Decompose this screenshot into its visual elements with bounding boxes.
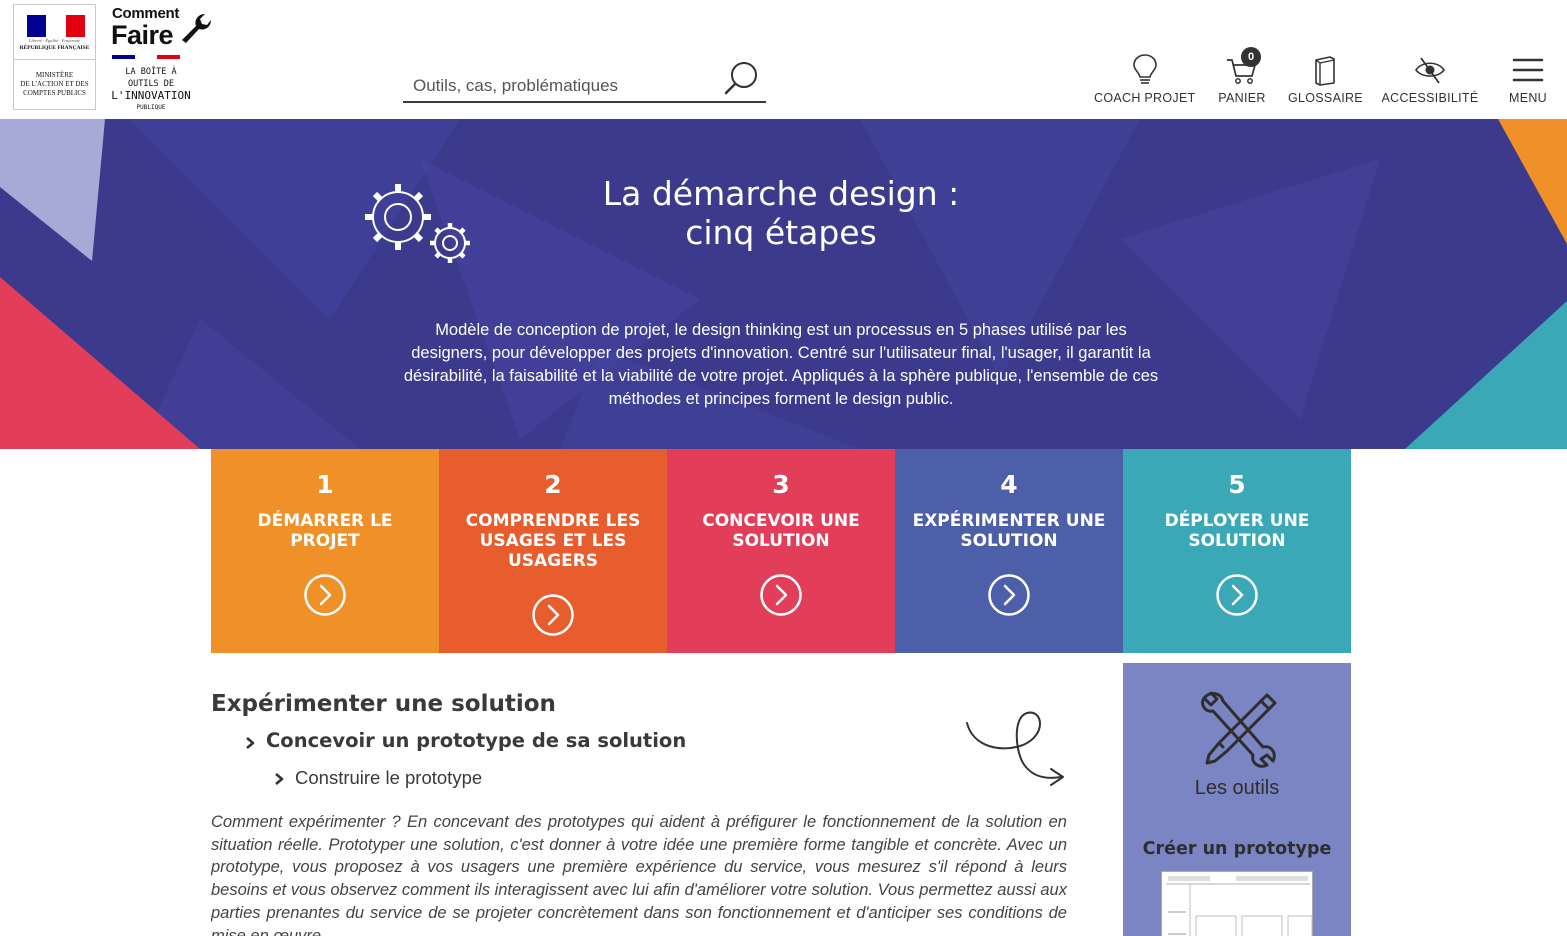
step-title: Démarrer le projet bbox=[257, 511, 393, 551]
main-content: Expérimenter une solution Concevoir un p… bbox=[211, 663, 1071, 936]
eye-slash-icon bbox=[1415, 57, 1445, 84]
ministry-name: MINISTÈRE DE L'ACTION ET DES COMPTES PUB… bbox=[20, 71, 89, 97]
step-card-comprendre[interactable]: 2 Comprendre les usages et les usagers bbox=[439, 449, 667, 653]
sub-subsection-link[interactable]: Construire le prototype bbox=[295, 767, 482, 789]
step-number: 5 bbox=[1228, 470, 1246, 499]
republic-motto: Liberté · Égalité · Fraternité bbox=[28, 38, 81, 43]
design-steps: 1 Démarrer le projet 2 Comprendre les us… bbox=[211, 449, 1351, 653]
hamburger-icon bbox=[1512, 58, 1544, 82]
squiggle-arrow-illustration bbox=[966, 711, 1064, 786]
nav-label: PANIER bbox=[1218, 91, 1266, 105]
intro-paragraph: Comment expérimenter ? En concevant des … bbox=[211, 813, 1067, 936]
republique-francaise-logo[interactable]: Liberté · Égalité · Fraternité RÉPUBLIQU… bbox=[13, 4, 96, 110]
republic-name: RÉPUBLIQUE FRANÇAISE bbox=[19, 45, 90, 51]
nav-label: GLOSSAIRE bbox=[1288, 91, 1363, 105]
lightbulb-icon bbox=[1132, 54, 1157, 84]
step-title: Concevoir une solution bbox=[702, 511, 860, 551]
step-number: 1 bbox=[316, 470, 334, 499]
step-card-experimenter[interactable]: 4 Expérimenter une solution bbox=[895, 449, 1123, 653]
gears-icon bbox=[365, 184, 470, 263]
step-number: 3 bbox=[772, 470, 790, 499]
logo-word-faire: Faire bbox=[111, 20, 174, 50]
nav-panier[interactable]: 0 PANIER bbox=[1212, 47, 1272, 112]
step-card-concevoir[interactable]: 3 Concevoir une solution bbox=[667, 449, 895, 653]
chevron-right-icon bbox=[275, 773, 284, 785]
hero-description: Modèle de conception de projet, le desig… bbox=[403, 321, 1159, 408]
nav-glossaire[interactable]: GLOSSAIRE bbox=[1288, 52, 1363, 112]
step-card-demarrer[interactable]: 1 Démarrer le projet bbox=[211, 449, 439, 653]
step-card-deployer[interactable]: 5 Déployer une solution bbox=[1123, 449, 1351, 653]
nav-label: MENU bbox=[1508, 91, 1547, 105]
tools-sidebar: Les outils Créer un prototype bbox=[1123, 663, 1351, 936]
search-icon[interactable] bbox=[722, 57, 762, 97]
wrench-icon bbox=[182, 14, 211, 43]
nav-accessibilite[interactable]: ACCESSIBILITÉ bbox=[1380, 52, 1480, 112]
cart-count-badge: 0 bbox=[1241, 47, 1261, 67]
step-number: 2 bbox=[544, 470, 562, 499]
step-title: Expérimenter une solution bbox=[912, 511, 1106, 551]
resource-thumbnail[interactable] bbox=[1161, 871, 1313, 936]
step-title: Déployer une solution bbox=[1164, 511, 1310, 551]
subsection-link[interactable]: Concevoir un prototype de sa solution bbox=[266, 729, 686, 752]
chevron-circle-right-icon[interactable] bbox=[303, 573, 347, 617]
resource-title[interactable]: Créer un prototype bbox=[1123, 839, 1351, 859]
prototype-sheet-preview bbox=[1166, 876, 1313, 936]
step-title: Comprendre les usages et les usagers bbox=[465, 511, 641, 571]
hero-title: La démarche design : cinq étapes bbox=[602, 174, 960, 252]
comment-faire-logo[interactable]: Comment Faire LA BOÎTE À OUTILS DE L'INN… bbox=[110, 4, 220, 111]
tricolor-bar bbox=[112, 55, 181, 59]
book-icon bbox=[1315, 56, 1335, 86]
step-number: 4 bbox=[1000, 470, 1018, 499]
site-header: Liberté · Égalité · Fraternité RÉPUBLIQU… bbox=[0, 0, 1567, 119]
section-heading: Expérimenter une solution bbox=[211, 691, 556, 717]
nav-label: COACH PROJET bbox=[1094, 91, 1196, 105]
tools-icon bbox=[1201, 691, 1277, 768]
nav-label: ACCESSIBILITÉ bbox=[1381, 91, 1479, 105]
chevron-circle-right-icon[interactable] bbox=[531, 593, 575, 637]
search-bar bbox=[403, 62, 766, 103]
search-input[interactable] bbox=[413, 75, 713, 97]
chevron-circle-right-icon[interactable] bbox=[987, 573, 1031, 617]
nav-coach-projet[interactable]: COACH PROJET bbox=[1094, 52, 1195, 112]
chevron-circle-right-icon[interactable] bbox=[1215, 573, 1259, 617]
french-flag-icon bbox=[27, 15, 85, 37]
chevron-right-icon bbox=[246, 737, 255, 749]
logo-tagline: LA BOÎTE À OUTILS DE L'INNOVATION PUBLIQ… bbox=[111, 67, 191, 111]
hero-banner: La démarche design : cinq étapes Modèle … bbox=[0, 119, 1567, 449]
nav-menu[interactable]: MENU bbox=[1500, 52, 1556, 112]
chevron-circle-right-icon[interactable] bbox=[759, 573, 803, 617]
tools-label: Les outils bbox=[1194, 777, 1280, 799]
